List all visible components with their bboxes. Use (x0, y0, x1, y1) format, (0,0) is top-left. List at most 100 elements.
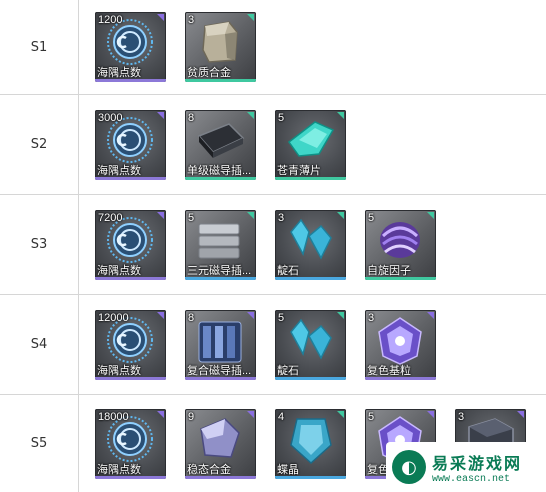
rarity-bar (275, 176, 346, 180)
rarity-bar (365, 276, 436, 280)
item-name: 海隅点数 (97, 364, 141, 377)
item-name: 自旋因子 (367, 264, 411, 277)
rarity-corner-icon (337, 111, 344, 119)
rewards-table: S1 1200 海隅点数 3 贫质合金 S2 3000 海隅点数 8 单级磁导插... 5 苍青… (0, 0, 546, 492)
item-quantity: 18000 (98, 410, 129, 423)
reward-list: 3000 海隅点数 8 单级磁导插... 5 苍青薄片 (95, 95, 346, 194)
reward-item[interactable]: 3 贫质合金 (185, 12, 256, 82)
rarity-corner-icon (337, 211, 344, 219)
item-quantity: 1200 (98, 14, 123, 26)
row-label: S4 (0, 295, 79, 394)
reward-item[interactable]: 3 复色基粒 (365, 309, 436, 380)
table-row-s1: S1 1200 海隅点数 3 贫质合金 (0, 0, 546, 95)
rarity-corner-icon (157, 410, 164, 418)
rarity-bar (185, 176, 256, 180)
rarity-corner-icon (427, 211, 434, 219)
rarity-corner-icon (247, 14, 254, 21)
item-quantity: 3 (188, 14, 195, 26)
rarity-corner-icon (157, 311, 164, 319)
item-quantity: 3 (278, 211, 285, 224)
item-name: 海隅点数 (97, 463, 141, 476)
rarity-corner-icon (157, 111, 164, 119)
watermark-url: www.eascn.net (432, 473, 511, 485)
item-name: 靛石 (277, 364, 299, 377)
item-quantity: 12000 (98, 311, 129, 324)
site-logo-icon: ◐ (392, 450, 426, 484)
rarity-bar (275, 376, 346, 380)
item-quantity: 3 (458, 410, 465, 423)
item-name: 三元磁导插... (187, 264, 252, 277)
reward-item[interactable]: 18000 海隅点数 (95, 408, 166, 479)
table-row-s4: S4 12000 海隅点数 8 复合磁导插... 5 靛石 3 复色基粒 (0, 295, 546, 395)
reward-list: 7200 海隅点数 5 三元磁导插... 3 靛石 5 自旋因子 (95, 195, 436, 294)
watermark-text: 易采游戏网 www.eascn.net (432, 450, 522, 485)
row-label: S5 (0, 395, 79, 492)
reward-item[interactable]: 5 自旋因子 (365, 209, 436, 280)
rarity-bar (185, 79, 256, 82)
reward-item[interactable]: 5 苍青薄片 (275, 109, 346, 180)
reward-item[interactable]: 9 稳态合金 (185, 408, 256, 479)
item-quantity: 4 (278, 410, 285, 423)
rarity-bar (95, 79, 166, 82)
rarity-corner-icon (247, 111, 254, 119)
rarity-bar (95, 376, 166, 380)
reward-item[interactable]: 7200 海隅点数 (95, 209, 166, 280)
rarity-corner-icon (337, 410, 344, 418)
reward-item[interactable]: 5 三元磁导插... (185, 209, 256, 280)
rarity-corner-icon (337, 311, 344, 319)
item-name: 稳态合金 (187, 463, 231, 476)
watermark-title: 易采游戏网 (432, 453, 523, 473)
item-quantity: 8 (188, 311, 195, 324)
item-name: 海隅点数 (97, 67, 141, 79)
reward-item[interactable]: 8 单级磁导插... (185, 109, 256, 180)
reward-item[interactable]: 3000 海隅点数 (95, 109, 166, 180)
site-watermark: ◐ 易采游戏网 www.eascn.net (386, 442, 546, 492)
rarity-corner-icon (157, 14, 164, 21)
item-quantity: 3000 (98, 111, 123, 124)
rarity-bar (185, 376, 256, 380)
reward-item[interactable]: 12000 海隅点数 (95, 309, 166, 380)
item-name: 单级磁导插... (187, 164, 252, 177)
item-quantity: 8 (188, 111, 195, 124)
rarity-bar (185, 475, 256, 479)
item-quantity: 7200 (98, 211, 123, 224)
rarity-bar (185, 276, 256, 280)
rarity-bar (95, 276, 166, 280)
row-label: S3 (0, 195, 79, 294)
rarity-corner-icon (247, 311, 254, 319)
reward-item[interactable]: 8 复合磁导插... (185, 309, 256, 380)
row-label: S1 (0, 0, 79, 94)
item-name: 苍青薄片 (277, 164, 321, 177)
rarity-corner-icon (247, 410, 254, 418)
item-name: 靛石 (277, 264, 299, 277)
item-quantity: 5 (278, 111, 285, 124)
item-quantity: 5 (368, 410, 375, 423)
reward-item[interactable]: 5 靛石 (275, 309, 346, 380)
row-label: S2 (0, 95, 79, 194)
reward-item[interactable]: 4 蝶晶 (275, 408, 346, 479)
item-name: 海隅点数 (97, 264, 141, 277)
table-row-s3: S3 7200 海隅点数 5 三元磁导插... 3 靛石 5 自旋因子 (0, 195, 546, 295)
reward-item[interactable]: 1200 海隅点数 (95, 12, 166, 82)
rarity-corner-icon (157, 211, 164, 219)
rarity-bar (275, 276, 346, 280)
item-name: 复合磁导插... (187, 364, 252, 377)
rarity-bar (95, 176, 166, 180)
item-quantity: 5 (278, 311, 285, 324)
rarity-bar (95, 475, 166, 479)
reward-item[interactable]: 3 靛石 (275, 209, 346, 280)
rarity-corner-icon (427, 311, 434, 319)
reward-list: 1200 海隅点数 3 贫质合金 (95, 0, 256, 94)
item-quantity: 3 (368, 311, 375, 324)
item-quantity: 9 (188, 410, 195, 423)
rarity-bar (365, 376, 436, 380)
item-name: 复色基粒 (367, 364, 411, 377)
reward-list: 12000 海隅点数 8 复合磁导插... 5 靛石 3 复色基粒 (95, 295, 436, 394)
item-quantity: 5 (188, 211, 195, 224)
rarity-corner-icon (247, 211, 254, 219)
rarity-corner-icon (427, 410, 434, 418)
rarity-corner-icon (517, 410, 524, 418)
item-name: 蝶晶 (277, 463, 299, 476)
rarity-bar (275, 475, 346, 479)
item-quantity: 5 (368, 211, 375, 224)
